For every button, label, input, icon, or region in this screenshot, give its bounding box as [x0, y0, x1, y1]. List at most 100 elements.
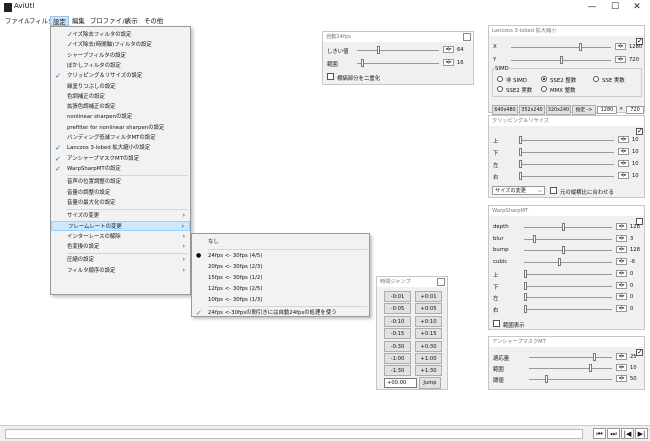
- timejump-button[interactable]: +1:00: [415, 353, 442, 364]
- warp-spin-buttons[interactable]: ◂|▸: [616, 234, 627, 242]
- settings-menu-item[interactable]: 色調補正の設定: [51, 92, 190, 102]
- settings-menu-item[interactable]: フィルタ順序の設定 ›: [51, 266, 190, 276]
- lanczos-spin-buttons[interactable]: ◂|▸: [615, 56, 626, 63]
- warp-slider-track[interactable]: [524, 297, 612, 299]
- timejump-button[interactable]: +0:01: [415, 291, 442, 302]
- menu-view[interactable]: 表示: [123, 16, 140, 26]
- minimize-button[interactable]: —: [585, 1, 599, 13]
- unsharp-spin-buttons[interactable]: ◂|▸: [616, 375, 627, 382]
- lanczos-height-input[interactable]: 720: [626, 106, 644, 114]
- timejump-button[interactable]: +0:15: [415, 328, 442, 340]
- warp-slider-track[interactable]: [524, 238, 612, 240]
- settings-menu-item[interactable]: 拡張色調補正の設定: [51, 102, 190, 112]
- clip-size-select[interactable]: サイズの変更 ⌵: [492, 186, 545, 195]
- simd-radio[interactable]: [541, 86, 547, 92]
- timejump-button[interactable]: -0:15: [384, 328, 411, 340]
- settings-menu-item[interactable]: フレームレートの変更 ›: [51, 221, 190, 232]
- warp-spin-buttons[interactable]: ◂|▸: [616, 293, 627, 301]
- lanczos-width-input[interactable]: 1280: [597, 106, 617, 114]
- prev-keyframe-icon[interactable]: ⏮: [593, 428, 606, 439]
- lanczos-slider-thumb[interactable]: [559, 56, 563, 64]
- timejump-input[interactable]: +00:00: [384, 378, 417, 388]
- settings-menu-item[interactable]: サイズの変更 ›: [51, 211, 190, 221]
- settings-menu-item[interactable]: ✓ クリッピング＆リサイズの設定: [51, 71, 190, 81]
- auto24-slider-track[interactable]: [357, 50, 439, 51]
- lanczos-slider-track[interactable]: [511, 47, 611, 48]
- timejump-button[interactable]: -0:05: [384, 303, 411, 315]
- warp-spin-buttons[interactable]: ◂|▸: [616, 304, 627, 312]
- warp-slider-thumb[interactable]: [524, 304, 527, 313]
- jump-button[interactable]: Jump: [419, 377, 441, 389]
- settings-menu-item[interactable]: 色変換の設定 ›: [51, 242, 190, 252]
- auto24-close-icon[interactable]: [463, 33, 471, 41]
- clip-spin-buttons[interactable]: ◂|▸: [618, 148, 629, 155]
- unsharp-slider-track[interactable]: [529, 379, 612, 380]
- auto24-spin-buttons[interactable]: ◂|▸: [443, 46, 454, 53]
- lanczos-size-button[interactable]: 352x240: [519, 105, 545, 115]
- warp-slider-track[interactable]: [524, 308, 612, 310]
- timejump-close-icon[interactable]: [437, 278, 445, 286]
- settings-menu-item[interactable]: シャープフィルタの設定: [51, 51, 190, 61]
- maximize-button[interactable]: ☐: [608, 1, 622, 13]
- settings-menu-item[interactable]: ✓ Lanczos 3-lobed 拡大縮小の設定: [51, 143, 190, 153]
- settings-menu-item[interactable]: ノイズ除去(時間軸)フィルタの設定: [51, 40, 190, 50]
- warp-slider-track[interactable]: [524, 227, 612, 228]
- unsharp-spin-buttons[interactable]: ◂|▸: [616, 353, 627, 360]
- auto24-checkbox[interactable]: [327, 73, 334, 80]
- warp-spin-buttons[interactable]: ◂|▸: [616, 258, 627, 266]
- lanczos-size-button[interactable]: 指定 ->: [572, 105, 596, 115]
- next-keyframe-icon[interactable]: ⏭: [607, 428, 620, 439]
- warp-slider-thumb[interactable]: [562, 246, 566, 255]
- timejump-button[interactable]: -1:00: [384, 353, 411, 364]
- settings-menu-item[interactable]: ノイズ除去フィルタの設定: [51, 30, 190, 40]
- framerate-option[interactable]: 15fps <- 30fps (1/2): [192, 273, 369, 283]
- warp-slider-thumb[interactable]: [524, 293, 527, 302]
- clip-slider-track[interactable]: [519, 164, 614, 165]
- warp-slider-track[interactable]: [524, 273, 612, 275]
- unsharp-slider-thumb[interactable]: [545, 375, 548, 383]
- settings-menu-item[interactable]: ✓ アンシャープマスクMTの設定: [51, 154, 190, 164]
- timeline-slider[interactable]: [5, 429, 583, 439]
- warp-slider-thumb[interactable]: [558, 258, 561, 267]
- clip-slider-thumb[interactable]: [519, 160, 522, 168]
- auto24-slider-track[interactable]: [357, 63, 439, 64]
- clip-spin-buttons[interactable]: ◂|▸: [618, 160, 629, 167]
- framerate-option[interactable]: 10fps <- 30fps (1/3): [192, 295, 369, 305]
- settings-menu-item[interactable]: 縁塗りつぶしの設定: [51, 82, 190, 92]
- timejump-button[interactable]: -0:10: [384, 315, 411, 327]
- warp-spin-buttons[interactable]: ◂|▸: [616, 269, 627, 277]
- warp-slider-thumb[interactable]: [532, 234, 536, 243]
- clip-slider-track[interactable]: [519, 140, 614, 141]
- warp-slider-track[interactable]: [524, 262, 612, 264]
- auto24-slider-thumb[interactable]: [360, 59, 364, 67]
- framerate-option[interactable]: ● 24fps <- 30fps (4/5): [192, 251, 369, 261]
- warp-slider-track[interactable]: [524, 285, 612, 287]
- settings-menu-item[interactable]: ✓ WarpSharpMTの設定: [51, 164, 190, 174]
- timejump-button[interactable]: +0:30: [415, 340, 442, 352]
- unsharp-spin-buttons[interactable]: ◂|▸: [616, 364, 627, 371]
- warp-slider-track[interactable]: [524, 250, 612, 252]
- go-end-icon[interactable]: ▶|: [635, 428, 648, 439]
- menu-edit[interactable]: 編集: [70, 16, 87, 26]
- simd-radio[interactable]: [497, 86, 503, 92]
- simd-radio[interactable]: [497, 76, 503, 82]
- unsharp-enable-checkbox[interactable]: [636, 348, 643, 356]
- settings-menu-item[interactable]: 音声の位置調整の設定: [51, 177, 190, 187]
- clip-enable-checkbox[interactable]: [636, 127, 643, 135]
- lanczos-size-button[interactable]: 320x240: [546, 105, 571, 115]
- clip-slider-track[interactable]: [519, 152, 614, 153]
- clip-slider-thumb[interactable]: [519, 172, 522, 180]
- warp-range-checkbox[interactable]: [493, 320, 500, 327]
- menu-settings[interactable]: 設定: [50, 16, 69, 26]
- settings-menu-item[interactable]: nonlinear sharpenの設定: [51, 112, 190, 122]
- timejump-button[interactable]: +0:05: [415, 303, 442, 315]
- clip-aspect-checkbox[interactable]: [550, 187, 557, 194]
- timejump-button[interactable]: -0:01: [384, 291, 411, 302]
- settings-menu-item[interactable]: ぼかしフィルタの設定: [51, 61, 190, 71]
- simd-radio[interactable]: [541, 76, 547, 82]
- auto24-spin-buttons[interactable]: ◂|▸: [443, 59, 454, 66]
- clip-spin-buttons[interactable]: ◂|▸: [618, 136, 629, 143]
- timejump-button[interactable]: +0:10: [415, 315, 442, 327]
- warp-slider-thumb[interactable]: [524, 281, 527, 290]
- timejump-button[interactable]: -1:30: [384, 365, 411, 377]
